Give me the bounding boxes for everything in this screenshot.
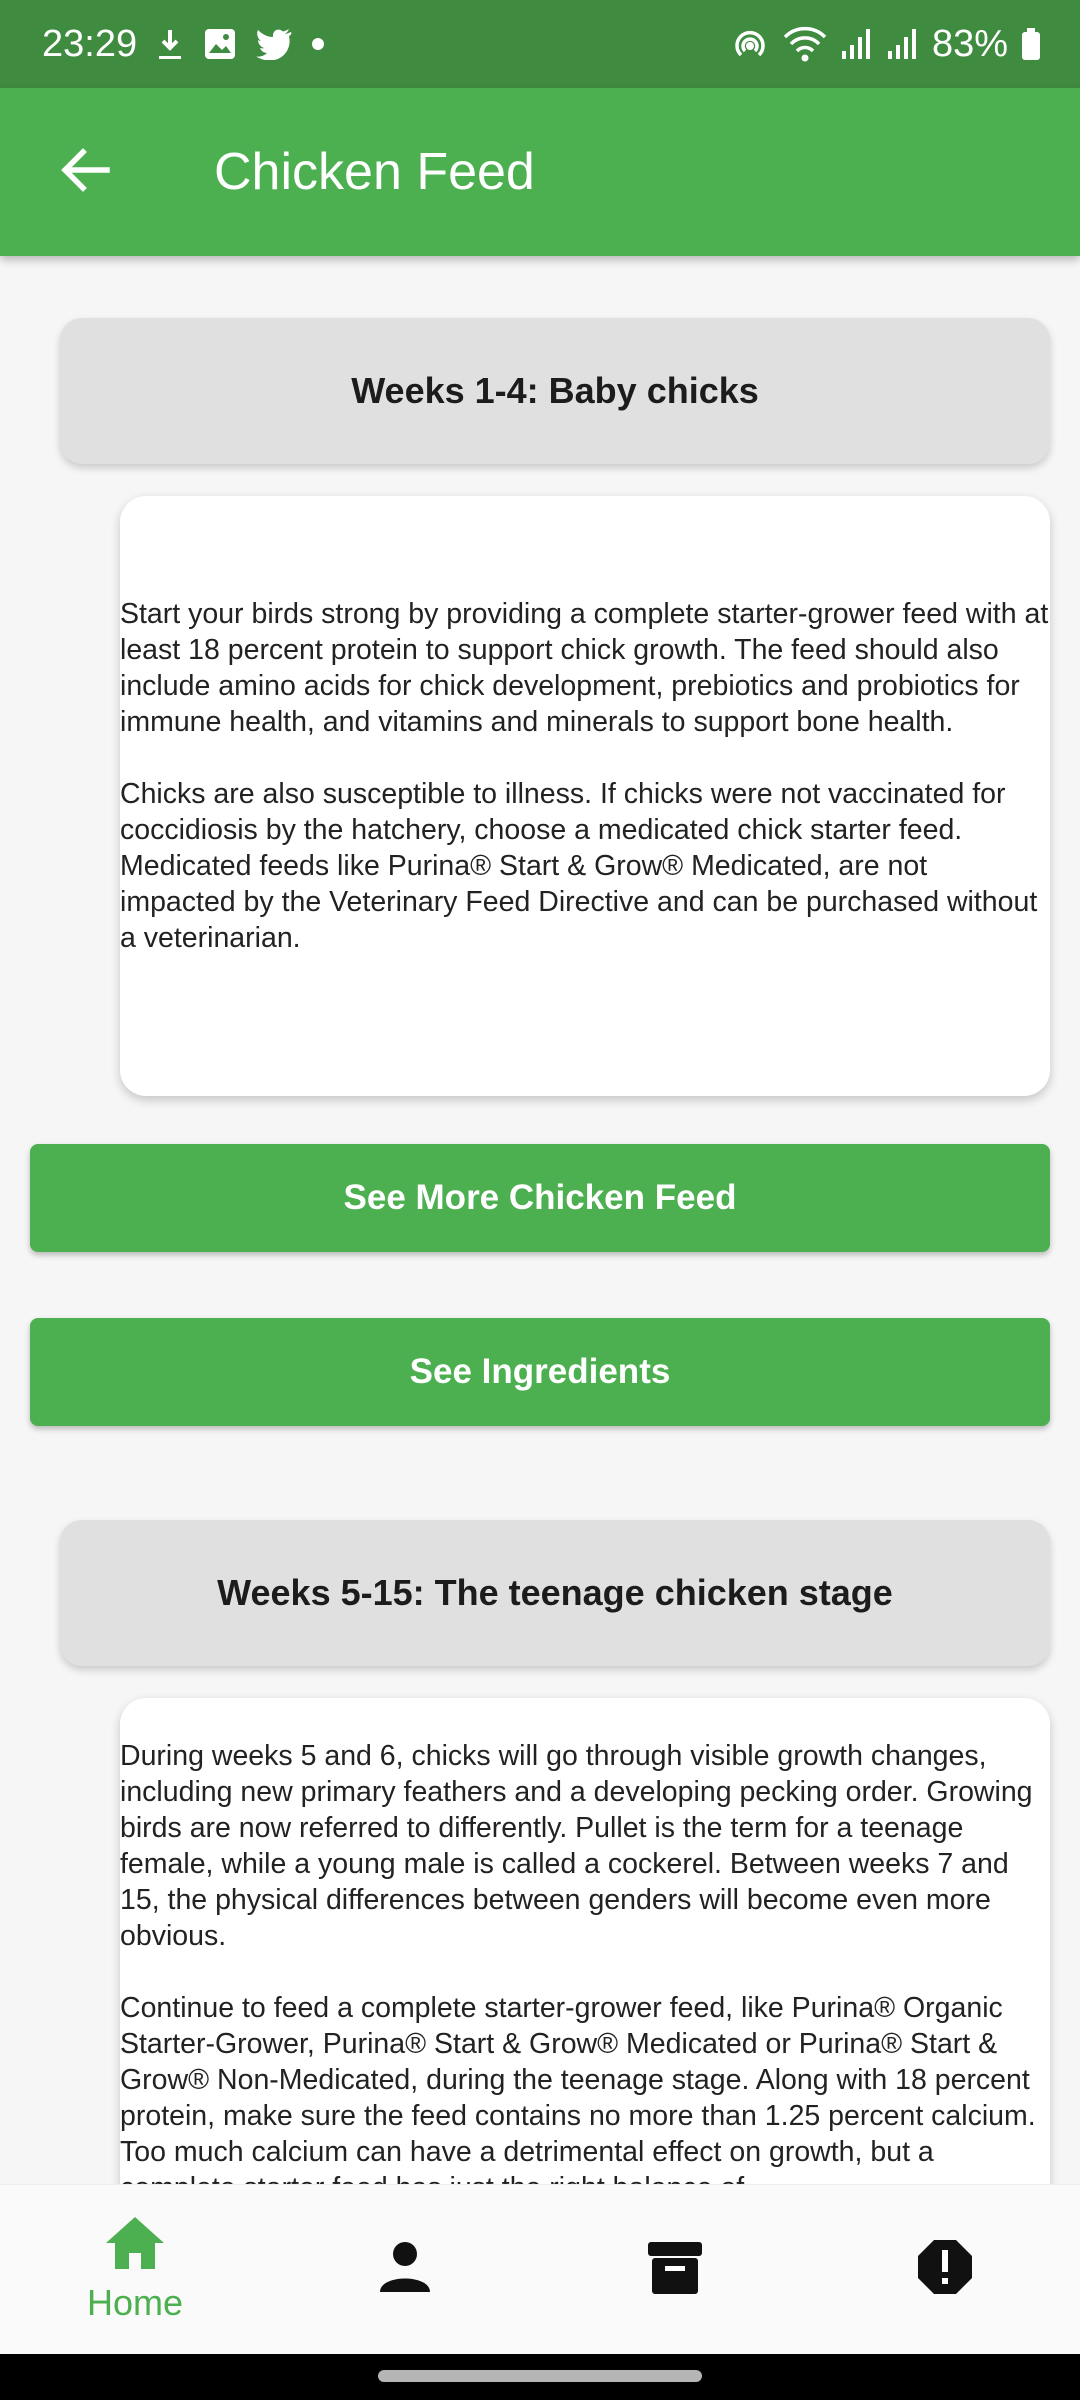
page-title: Chicken Feed [214,143,535,201]
download-icon [155,26,185,62]
app-bar: Chicken Feed [0,88,1080,256]
signal-icon [840,27,874,61]
paragraph: Chicks are also susceptible to illness. … [120,778,1038,954]
wifi-icon [782,25,828,63]
signal-icon-2 [886,27,920,61]
nav-item-home[interactable]: Home [0,2185,270,2354]
section-header-teenage-stage: Weeks 5-15: The teenage chicken stage [60,1520,1050,1666]
see-more-chicken-feed-button[interactable]: See More Chicken Feed [30,1144,1050,1252]
paragraph: Start your birds strong by providing a c… [120,598,1049,738]
nav-label-home: Home [86,2282,184,2323]
gesture-bar [0,2354,1080,2400]
paragraph: Continue to feed a complete starter-grow… [120,1992,1036,2184]
back-button[interactable] [40,127,130,217]
alert-icon [916,2238,974,2301]
status-bar: 23:29 83% [0,0,1080,88]
battery-percent: 83% [931,22,1008,65]
text-card-baby-chicks: Start your birds strong by providing a c… [120,496,1050,1096]
twitter-icon [255,28,293,60]
bottom-navigation: Home [0,2184,1080,2354]
status-time: 23:29 [42,22,138,65]
see-ingredients-button[interactable]: See Ingredients [30,1318,1050,1426]
battery-icon [1020,27,1042,61]
archive-icon [646,2238,704,2301]
home-icon [104,2215,166,2276]
text-card-teenage-stage: During weeks 5 and 6, chicks will go thr… [120,1698,1050,2184]
image-icon [203,27,237,61]
arrow-back-icon [57,142,113,203]
paragraph: During weeks 5 and 6, chicks will go thr… [120,1740,1033,1952]
hotspot-icon [730,24,770,64]
gesture-handle[interactable] [378,2370,702,2382]
person-icon [378,2240,432,2299]
section-header-baby-chicks: Weeks 1-4: Baby chicks [60,318,1050,464]
nav-item-alerts[interactable] [810,2185,1080,2354]
content-scroll[interactable]: Weeks 1-4: Baby chicks Start your birds … [0,256,1080,2184]
dot-icon [311,37,325,51]
nav-item-profile[interactable] [270,2185,540,2354]
nav-item-archive[interactable] [540,2185,810,2354]
